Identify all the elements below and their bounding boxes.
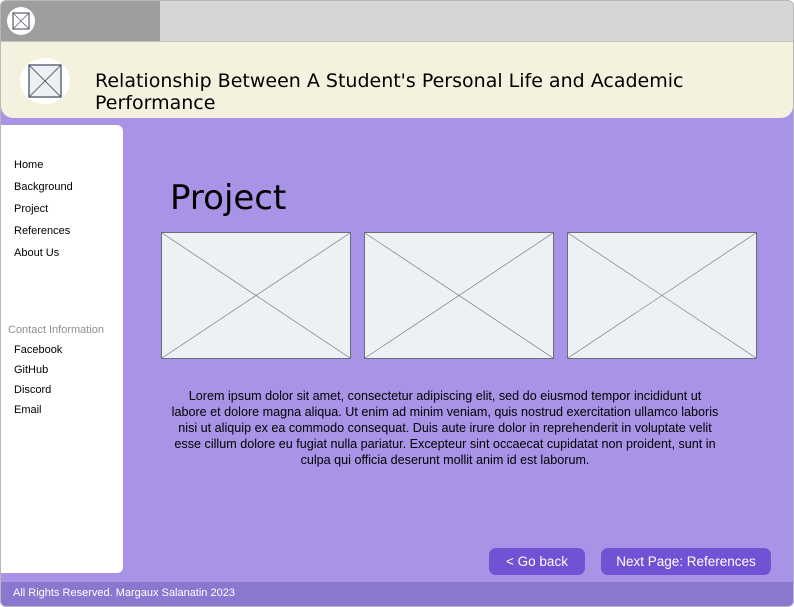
image-placeholder-icon (365, 233, 553, 358)
nav-project-link[interactable]: Project (14, 203, 48, 215)
next-page-button[interactable]: Next Page: References (601, 548, 771, 575)
image-placeholder-3 (567, 232, 757, 359)
nav-home-link[interactable]: Home (14, 159, 43, 171)
image-placeholder-2 (364, 232, 554, 359)
footer: All Rights Reserved. Margaux Salanatin 2… (1, 582, 793, 606)
contact-discord-link[interactable]: Discord (14, 384, 51, 396)
image-placeholder-icon (162, 233, 350, 358)
contact-heading: Contact Information (8, 324, 104, 336)
nav-background-link[interactable]: Background (14, 181, 73, 193)
browser-window: Relationship Between A Student's Persona… (0, 0, 794, 607)
footer-copyright: All Rights Reserved. Margaux Salanatin 2… (13, 587, 235, 599)
go-back-button[interactable]: < Go back (489, 548, 585, 575)
image-placeholder-1 (161, 232, 351, 359)
image-placeholder-icon (568, 233, 756, 358)
logo-icon[interactable] (20, 58, 70, 104)
nav-references-link[interactable]: References (14, 225, 70, 237)
favicon-icon (7, 7, 35, 35)
page-heading: Project (170, 178, 287, 218)
top-bar (1, 1, 793, 42)
site-header: Relationship Between A Student's Persona… (1, 42, 793, 118)
nav-about-us-link[interactable]: About Us (14, 247, 59, 259)
browser-tab[interactable] (1, 1, 160, 41)
sidebar: Home Background Project References About… (1, 125, 123, 573)
contact-email-link[interactable]: Email (14, 404, 42, 416)
site-title: Relationship Between A Student's Persona… (95, 70, 684, 114)
body-paragraph: Lorem ipsum dolor sit amet, consectetur … (171, 389, 719, 467)
contact-github-link[interactable]: GitHub (14, 364, 48, 376)
contact-facebook-link[interactable]: Facebook (14, 344, 62, 356)
